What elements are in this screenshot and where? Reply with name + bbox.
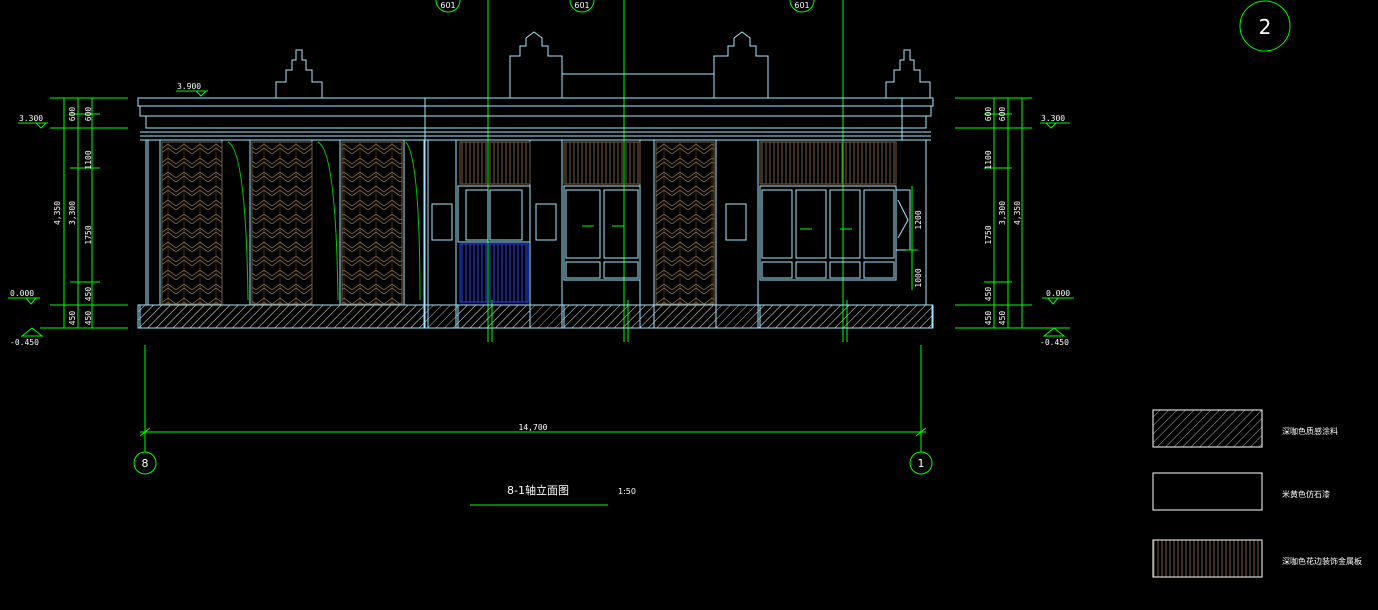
- legend-label-1: 深咖色质感涂料: [1282, 426, 1338, 436]
- left-dim-seg-6: 450: [68, 311, 77, 326]
- right-dim-seg-4: 1750: [984, 225, 993, 244]
- drawing-title: 8-1轴立面图: [507, 483, 569, 497]
- legend-label-2: 米黄色仿石漆: [1282, 489, 1330, 499]
- level-eave-right: 3.300: [1041, 114, 1065, 123]
- right-dim-mid: 3,300: [998, 201, 1007, 225]
- level-base-right: -0.450: [1040, 338, 1069, 347]
- window-dim-2: 1000: [914, 268, 923, 287]
- level-eave-left: 3.300: [19, 114, 43, 123]
- left-dim-seg-1: 600: [68, 107, 77, 122]
- level-ground-left: 0.000: [10, 289, 34, 298]
- window-markers: [582, 225, 852, 230]
- legend-swatch-grille: [1152, 539, 1263, 578]
- detail-ref-2: 601: [574, 1, 589, 10]
- right-dim-seg-5: 450: [984, 287, 993, 302]
- sheet-number: 2: [1259, 15, 1272, 39]
- right-dim-seg-7: 450: [998, 311, 1007, 326]
- detail-ref-3: 601: [794, 1, 809, 10]
- left-dim-seg-3: 1100: [84, 150, 93, 169]
- blue-door-panel: [459, 243, 529, 303]
- detail-reference-bubbles: [435, 0, 815, 13]
- level-ground-right: 0.000: [1046, 289, 1070, 298]
- right-dim-seg-1: 600: [984, 107, 993, 122]
- window-dim-1: 1200: [914, 210, 923, 229]
- left-dim-mid: 3,300: [68, 201, 77, 225]
- level-roof: 3.900: [177, 82, 201, 91]
- left-dim-seg-2: 600: [84, 107, 93, 122]
- right-dim-outer: 4,350: [1013, 201, 1022, 225]
- right-dim-seg-6: 450: [984, 311, 993, 326]
- left-dim-seg-4: 1750: [84, 225, 93, 244]
- left-dim-seg-5: 450: [84, 287, 93, 302]
- detail-ref-1: 601: [440, 1, 455, 10]
- elevation-drawing: 601 601 601 2 4,350 3,300 600 600 1100 1…: [8, 0, 1362, 578]
- overall-width-dim: 14,700: [519, 423, 548, 432]
- legend: 深咖色质感涂料 米黄色仿石漆 深咖色花边装饰金属板: [1152, 409, 1362, 578]
- left-dim-outer: 4,350: [53, 201, 62, 225]
- legend-label-3: 深咖色花边装饰金属板: [1282, 556, 1362, 566]
- level-base-left: -0.450: [10, 338, 39, 347]
- legend-swatch-blank: [1152, 472, 1263, 511]
- right-dim-seg-2: 600: [998, 107, 1007, 122]
- axis-label-left: 8: [142, 457, 149, 470]
- drawing-scale: 1:50: [618, 487, 636, 496]
- axis-label-right: 1: [918, 457, 925, 470]
- left-dim-seg-7: 450: [84, 311, 93, 326]
- legend-swatch-hatch: [1152, 409, 1263, 448]
- right-dim-seg-3: 1100: [984, 150, 993, 169]
